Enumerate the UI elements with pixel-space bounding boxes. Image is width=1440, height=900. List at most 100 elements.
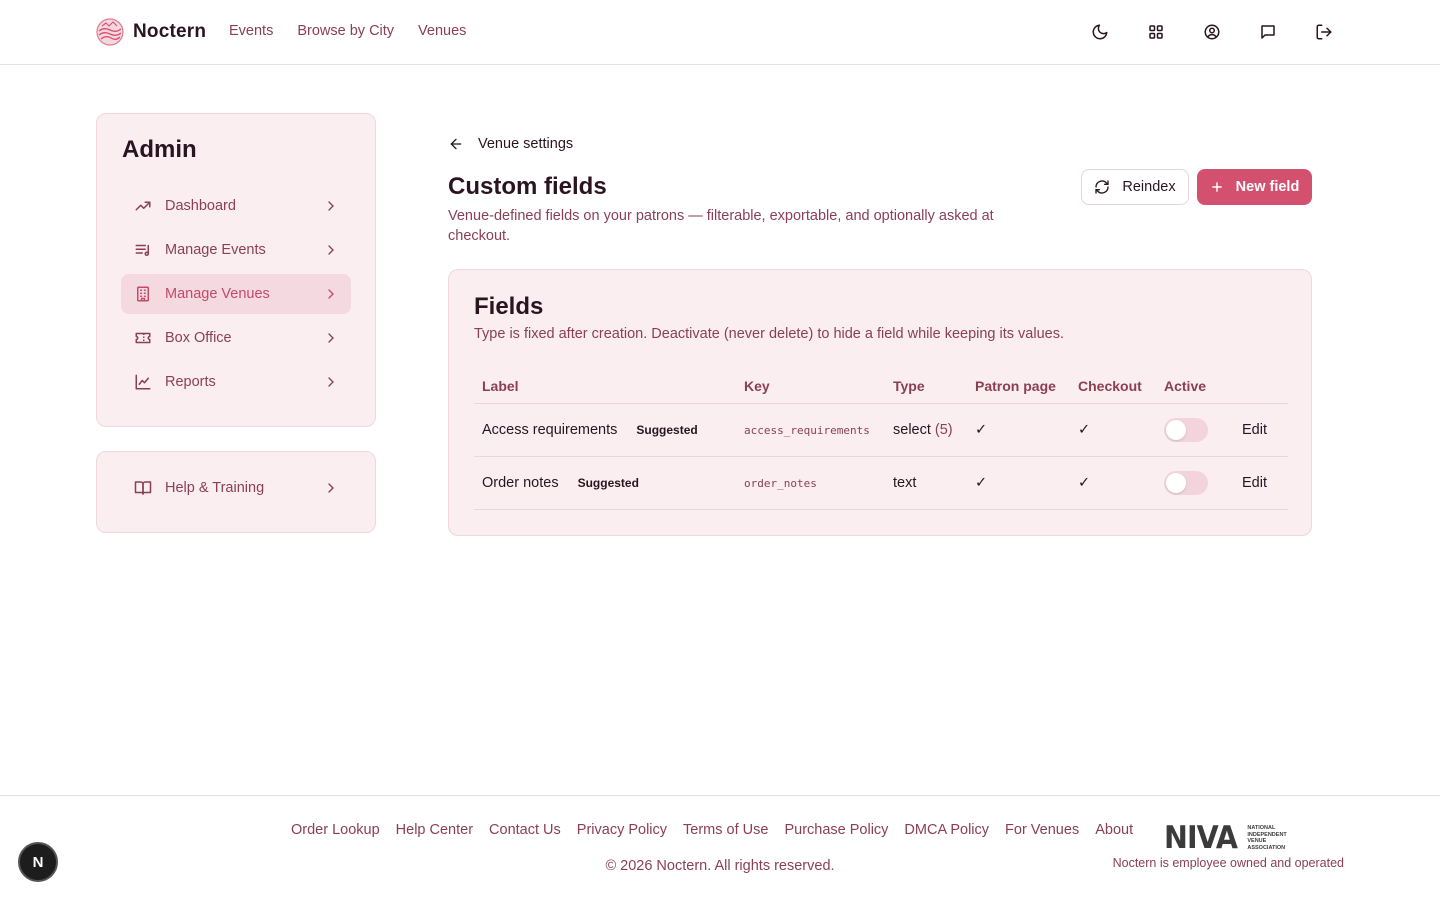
active-toggle[interactable]: [1164, 471, 1208, 495]
ticket-icon: [133, 328, 153, 348]
sidebar-item-manage-venues[interactable]: Manage Venues: [121, 274, 351, 314]
field-type: text: [893, 475, 917, 491]
footer-link-privacy-policy[interactable]: Privacy Policy: [577, 822, 667, 838]
patron-page-check: ✓: [975, 475, 988, 491]
reindex-button[interactable]: Reindex: [1081, 169, 1189, 205]
chevron-right-icon: [328, 483, 334, 493]
field-label: Access requirements: [482, 422, 618, 438]
sidebar-item-label: Manage Venues: [165, 286, 270, 302]
sidebar-item-box-office[interactable]: Box Office: [121, 318, 351, 358]
account-icon[interactable]: [1200, 20, 1224, 44]
dev-tools-badge[interactable]: N: [18, 842, 58, 882]
header-actions: [1088, 20, 1336, 44]
checkout-check: ✓: [1078, 422, 1091, 438]
new-field-label: New field: [1235, 179, 1300, 195]
field-key: access_requirements: [744, 423, 870, 437]
admin-sidebar: Admin Dashboard Manage Events Manage Ven…: [96, 113, 376, 427]
footer-link-terms-of-use[interactable]: Terms of Use: [683, 822, 768, 838]
active-toggle[interactable]: [1164, 418, 1208, 442]
field-type-cell: select (5): [893, 404, 953, 456]
sidebar-item-label: Manage Events: [165, 242, 266, 258]
sidebar-item-label: Dashboard: [165, 198, 236, 214]
fields-description: Type is fixed after creation. Deactivate…: [474, 326, 1064, 342]
top-bar: Noctern Events Browse by City Venues: [0, 0, 1440, 65]
page-title: Custom fields: [448, 173, 607, 200]
column-header-key: Key: [744, 378, 770, 394]
noctern-logo-icon: [96, 18, 124, 46]
column-header-checkout: Checkout: [1078, 378, 1142, 394]
nav-events[interactable]: Events: [229, 23, 273, 39]
niva-logo[interactable]: NIVA NATIONAL INDEPENDENT VENUE ASSOCIAT…: [1164, 823, 1295, 854]
brand-link[interactable]: Noctern: [96, 18, 206, 46]
refresh-icon: [1095, 180, 1110, 194]
sidebar-item-label: Reports: [165, 374, 216, 390]
field-type: select: [893, 422, 931, 438]
sidebar-item-help-training[interactable]: Help & Training: [121, 468, 351, 508]
brand-name: Noctern: [133, 21, 207, 42]
grid-icon[interactable]: [1144, 20, 1168, 44]
sidebar-item-label: Help & Training: [165, 480, 265, 496]
chevron-right-icon: [328, 201, 334, 211]
sidebar-item-reports[interactable]: Reports: [121, 362, 351, 402]
back-link-label: Venue settings: [478, 136, 574, 152]
logout-icon[interactable]: [1312, 20, 1336, 44]
niva-subtitle: NATIONAL INDEPENDENT VENUE ASSOCIATION: [1247, 825, 1295, 851]
field-label-cell: Order notes Suggested: [482, 457, 639, 509]
fields-card: Fields Type is fixed after creation. Dea…: [448, 269, 1312, 536]
field-label-cell: Access requirements Suggested: [482, 404, 698, 456]
column-header-active: Active: [1164, 378, 1207, 394]
sidebar-item-label: Box Office: [165, 330, 232, 346]
edit-button[interactable]: Edit: [1242, 404, 1267, 456]
message-icon[interactable]: [1256, 20, 1280, 44]
building-icon: [133, 284, 153, 304]
active-toggle-cell: [1164, 404, 1208, 456]
footer-link-contact-us[interactable]: Contact Us: [489, 822, 561, 838]
column-header-type: Type: [893, 378, 925, 394]
main-nav: Events Browse by City Venues: [229, 23, 466, 39]
table-row: Access requirements Suggested access_req…: [474, 404, 1288, 457]
suggested-badge: Suggested: [636, 423, 698, 437]
patron-page-check: ✓: [975, 422, 988, 438]
sidebar-title: Admin: [122, 136, 197, 163]
back-link[interactable]: Venue settings: [448, 136, 573, 152]
plus-icon: [1211, 182, 1222, 192]
book-icon: [133, 478, 153, 498]
niva-sub-line: INDEPENDENT: [1247, 831, 1287, 838]
fields-table: Label Key Type Patron page Checkout Acti…: [474, 376, 1288, 510]
niva-sub-line: NATIONAL: [1247, 825, 1276, 831]
sidebar-menu: Dashboard Manage Events Manage Venues Bo…: [121, 186, 351, 406]
chevron-right-icon: [328, 245, 334, 255]
niva-sub-line: VENUE: [1247, 838, 1267, 844]
footer-links: Order Lookup Help Center Contact Us Priv…: [291, 822, 1133, 838]
new-field-button[interactable]: New field: [1197, 169, 1312, 205]
footer-link-dmca-policy[interactable]: DMCA Policy: [904, 822, 989, 838]
active-toggle-cell: [1164, 457, 1208, 509]
footer-link-order-lookup[interactable]: Order Lookup: [291, 822, 380, 838]
page-description: Venue-defined fields on your patrons — f…: [448, 208, 994, 244]
checkout-check: ✓: [1078, 475, 1091, 491]
edit-button[interactable]: Edit: [1242, 457, 1267, 509]
field-label: Order notes: [482, 475, 559, 491]
help-card: Help & Training: [96, 451, 376, 533]
sidebar-item-dashboard[interactable]: Dashboard: [121, 186, 351, 226]
sidebar-item-manage-events[interactable]: Manage Events: [121, 230, 351, 270]
toggle-knob: [1166, 473, 1186, 493]
field-key: order_notes: [744, 476, 817, 490]
trending-icon: [133, 196, 153, 216]
table-row: Order notes Suggested order_notes text ✓…: [474, 457, 1288, 510]
field-type-cell: text: [893, 457, 916, 509]
moon-icon[interactable]: [1088, 20, 1112, 44]
footer-link-help-center[interactable]: Help Center: [396, 822, 473, 838]
toggle-knob: [1166, 420, 1186, 440]
nav-browse-by-city[interactable]: Browse by City: [297, 23, 394, 39]
niva-sub-line: ASSOCIATION: [1247, 844, 1286, 851]
chevron-right-icon: [328, 377, 334, 387]
reindex-label: Reindex: [1122, 179, 1176, 195]
table-header: Label Key Type Patron page Checkout Acti…: [474, 376, 1288, 404]
footer-link-for-venues[interactable]: For Venues: [1005, 822, 1079, 838]
nav-venues[interactable]: Venues: [418, 23, 466, 39]
footer-link-purchase-policy[interactable]: Purchase Policy: [784, 822, 888, 838]
chart-icon: [133, 372, 153, 392]
footer-link-about[interactable]: About: [1095, 822, 1133, 838]
column-header-patron-page: Patron page: [975, 378, 1056, 394]
